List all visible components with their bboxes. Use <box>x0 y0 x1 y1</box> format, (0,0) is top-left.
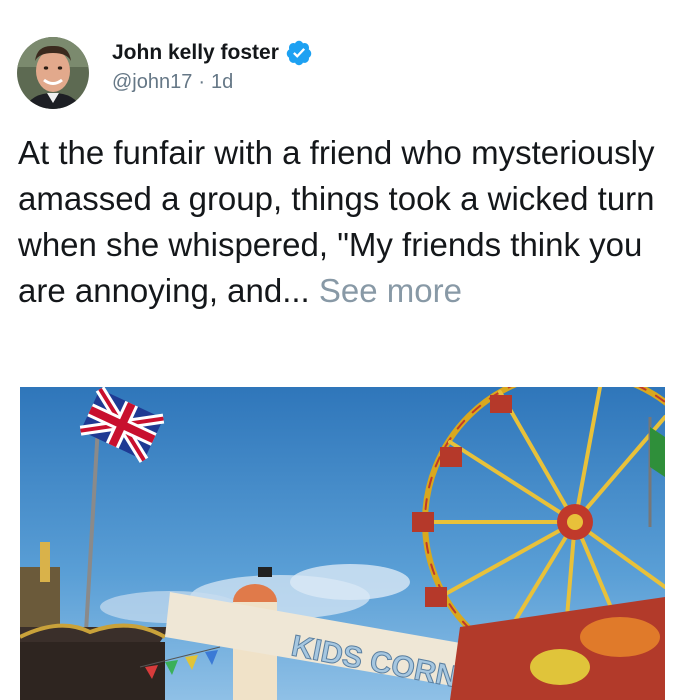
profile-photo <box>17 37 89 109</box>
funfair-photo: KIDS CORNER <box>20 387 665 700</box>
tweet-timestamp[interactable]: 1d <box>211 71 233 94</box>
tweet-header: John kelly foster @john17 · 1d <box>112 38 313 94</box>
tweet-media-photo[interactable]: KIDS CORNER <box>20 387 665 700</box>
meta-separator: · <box>198 71 206 93</box>
author-handle[interactable]: @john17 <box>112 71 192 94</box>
tweet-card[interactable]: John kelly foster @john17 · 1d At the fu… <box>0 0 700 700</box>
author-avatar[interactable] <box>17 37 89 109</box>
tweet-text: At the funfair with a friend who mysteri… <box>18 130 688 314</box>
meta-row: @john17 · 1d <box>112 71 313 94</box>
verified-badge-icon <box>285 39 313 67</box>
name-row: John kelly foster <box>112 38 313 68</box>
see-more-link[interactable]: See more <box>319 272 462 309</box>
author-display-name[interactable]: John kelly foster <box>112 41 279 65</box>
